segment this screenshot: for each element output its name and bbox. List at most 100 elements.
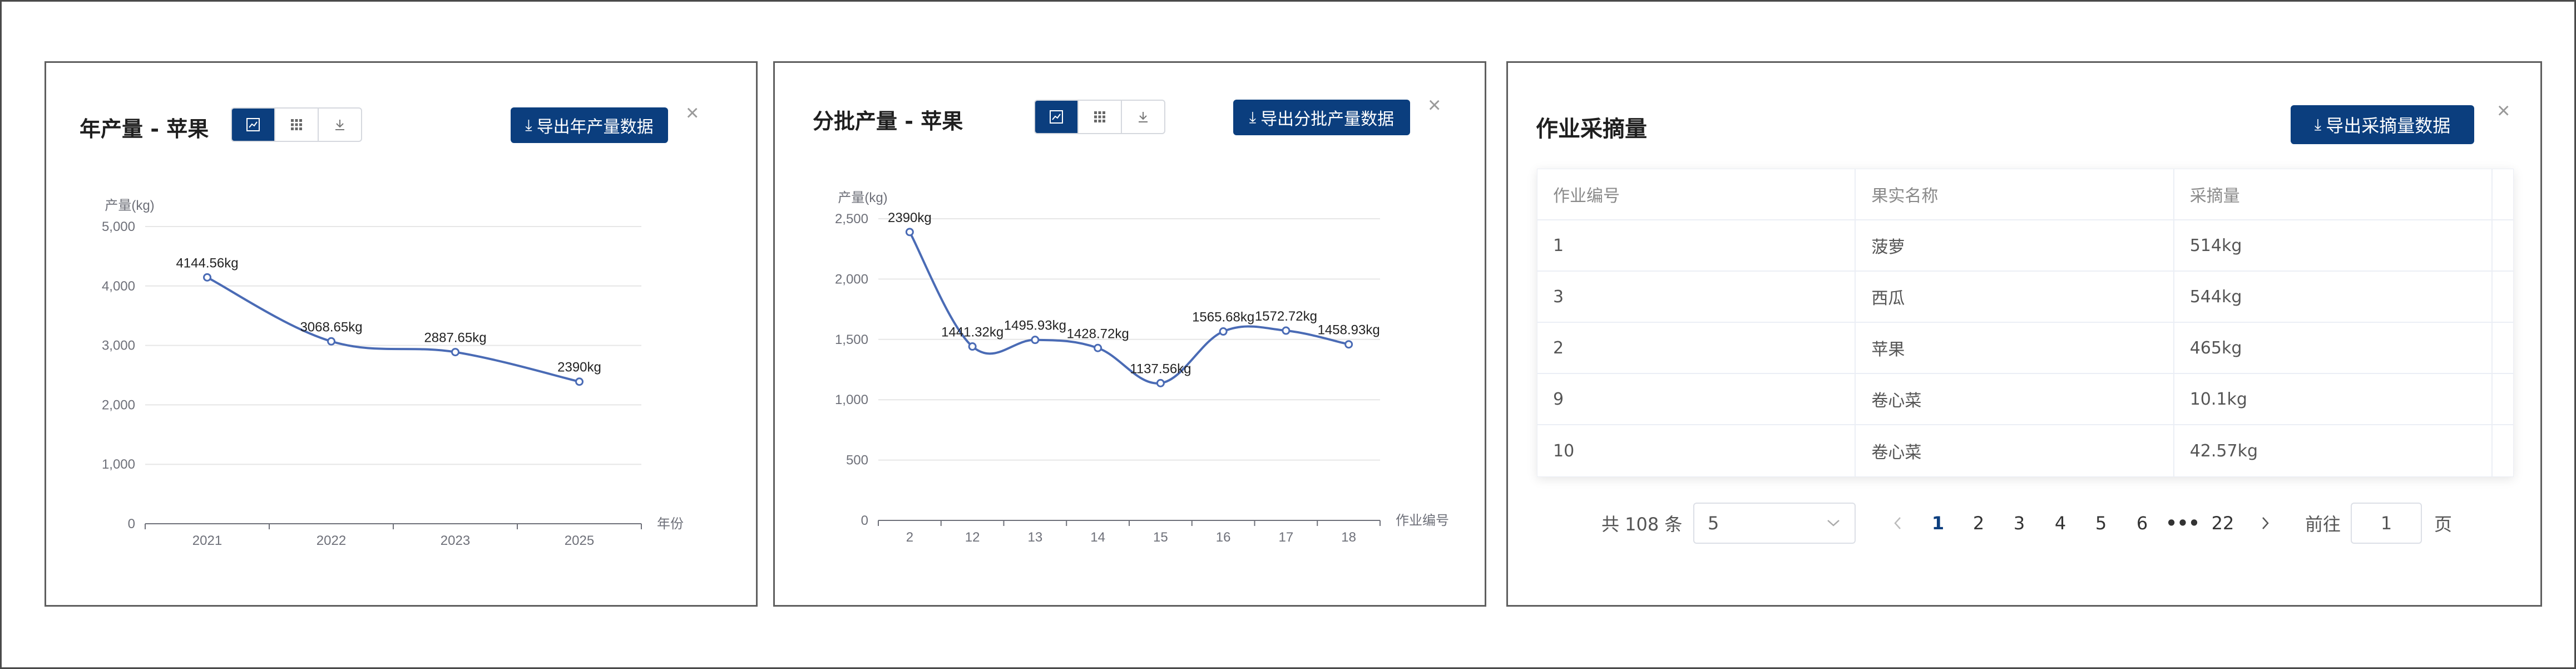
data-point xyxy=(451,348,459,357)
table-row[interactable]: 3 西瓜 544kg xyxy=(1537,272,2513,323)
pagination: 共 108 条 5 1 2 3 4 5 6 ••• 22 前往 1 页 xyxy=(1508,503,2540,547)
data-point xyxy=(327,337,335,346)
x-tick-label: 2022 xyxy=(317,533,346,548)
data-label: 1428.72kg xyxy=(1067,326,1129,341)
page-size-value: 5 xyxy=(1708,513,1719,534)
page-size-select[interactable]: 5 xyxy=(1693,503,1856,544)
table-cell: 3 xyxy=(1537,272,1856,322)
chevron-down-icon xyxy=(1827,520,1840,527)
harvest-panel: 作业采摘量 ⤓ 导出采摘量数据 × 作业编号 果实名称 采摘量 1 菠萝 514k… xyxy=(1506,61,2542,607)
data-label: 4144.56kg xyxy=(176,255,238,270)
y-tick-label: 2,500 xyxy=(835,211,868,227)
export-label: 导出采摘量数据 xyxy=(2326,115,2451,136)
page-button[interactable]: 6 xyxy=(2125,503,2159,544)
page-button[interactable]: 1 xyxy=(1921,503,1955,544)
data-point xyxy=(1094,343,1102,352)
data-point xyxy=(968,342,977,351)
page-button[interactable]: 22 xyxy=(2206,503,2239,544)
table-row[interactable]: 9 卷心菜 10.1kg xyxy=(1537,374,2513,425)
scroll-gutter xyxy=(2493,220,2513,270)
table-cell: 卷心菜 xyxy=(1856,374,2174,424)
table-cell: 42.57kg xyxy=(2174,425,2493,476)
data-point xyxy=(203,273,211,282)
next-page-button[interactable] xyxy=(2248,503,2282,544)
table-cell: 2 xyxy=(1537,323,1856,373)
data-label: 1495.93kg xyxy=(1004,318,1066,333)
export-harvest-button[interactable]: ⤓ 导出采摘量数据 xyxy=(2291,105,2474,144)
data-label: 1137.56kg xyxy=(1130,361,1191,376)
prev-page-button[interactable] xyxy=(1881,503,1915,544)
data-label: 2390kg xyxy=(557,360,601,375)
y-tick-label: 500 xyxy=(846,453,868,468)
table-cell: 菠萝 xyxy=(1856,220,2174,270)
x-tick-label: 12 xyxy=(965,530,980,545)
batch-yield-panel: 分批产量 - 苹果 ⤓ 导出分批产量数据 × 0 500 1,000 1,500 2,00… xyxy=(773,61,1486,607)
y-tick-label: 4,000 xyxy=(102,279,135,294)
data-point xyxy=(1031,336,1040,345)
goto-page-input[interactable]: 1 xyxy=(2351,503,2422,544)
close-icon[interactable]: × xyxy=(2497,100,2510,122)
x-tick-label: 18 xyxy=(1341,530,1356,545)
data-point xyxy=(1219,327,1228,336)
batch-yield-chart: 0 500 1,000 1,500 2,000 2,500 2 12 13 14 15 16 17 18 产… xyxy=(835,190,1449,545)
table-row[interactable]: 10 卷心菜 42.57kg xyxy=(1537,425,2513,476)
page-button[interactable]: 4 xyxy=(2044,503,2077,544)
download-icon: ⤓ xyxy=(2314,115,2322,134)
data-point xyxy=(905,228,914,237)
table-cell: 465kg xyxy=(2174,323,2493,373)
scroll-gutter xyxy=(2493,425,2513,476)
x-tick-label: 16 xyxy=(1216,530,1231,545)
y-tick-label: 1,000 xyxy=(835,392,868,407)
x-axis-label: 年份 xyxy=(657,516,684,532)
y-tick-label: 0 xyxy=(861,513,868,528)
x-tick-label: 13 xyxy=(1028,530,1043,545)
data-point xyxy=(1156,378,1165,387)
data-label: 1458.93kg xyxy=(1318,323,1380,338)
y-axis-label: 产量(kg) xyxy=(838,190,887,205)
more-pages-button[interactable]: ••• xyxy=(2165,503,2199,544)
annual-yield-panel: 年产量 - 苹果 ⤓ 导出年产量数据 × 0 1,000 2,000 3,000 4,00… xyxy=(45,61,758,607)
page-button[interactable]: 3 xyxy=(2003,503,2036,544)
harvest-table: 作业编号 果实名称 采摘量 1 菠萝 514kg 3 西瓜 544kg 2 苹果… xyxy=(1537,169,2514,477)
table-cell: 苹果 xyxy=(1856,323,2174,373)
scroll-gutter xyxy=(2493,374,2513,424)
series-line xyxy=(908,231,1349,385)
x-tick-label: 14 xyxy=(1090,530,1105,545)
table-cell: 1 xyxy=(1537,220,1856,270)
x-tick-label: 17 xyxy=(1279,530,1294,545)
goto-suffix: 页 xyxy=(2434,514,2453,535)
y-tick-label: 2,000 xyxy=(102,397,135,412)
table-row[interactable]: 2 苹果 465kg xyxy=(1537,323,2513,374)
column-header[interactable]: 采摘量 xyxy=(2174,169,2493,219)
data-label: 1441.32kg xyxy=(941,325,1003,340)
total-count: 共 108 条 xyxy=(1601,514,1683,535)
table-cell: 10 xyxy=(1537,425,1856,476)
scroll-gutter xyxy=(2493,169,2513,219)
scroll-gutter xyxy=(2493,323,2513,373)
data-label: 3068.65kg xyxy=(300,319,362,334)
data-label: 1565.68kg xyxy=(1192,310,1254,325)
y-tick-label: 3,000 xyxy=(102,338,135,353)
data-point xyxy=(575,377,584,386)
y-tick-label: 5,000 xyxy=(102,219,135,234)
table-row[interactable]: 1 菠萝 514kg xyxy=(1537,220,2513,272)
x-tick-label: 2 xyxy=(906,530,913,545)
table-cell: 10.1kg xyxy=(2174,374,2493,424)
data-label: 1572.72kg xyxy=(1255,309,1317,324)
annual-yield-chart: 0 1,000 2,000 3,000 4,000 5,000 2021 2022 2023 20… xyxy=(102,198,684,548)
data-label: 2390kg xyxy=(888,210,932,225)
table-cell: 544kg xyxy=(2174,272,2493,322)
y-tick-label: 1,000 xyxy=(102,457,135,472)
x-tick-label: 2021 xyxy=(192,533,222,548)
column-header[interactable]: 作业编号 xyxy=(1537,169,1856,219)
table-header-row: 作业编号 果实名称 采摘量 xyxy=(1537,169,2513,220)
table-cell: 卷心菜 xyxy=(1856,425,2174,476)
page-button[interactable]: 5 xyxy=(2084,503,2118,544)
x-tick-label: 2023 xyxy=(441,533,470,548)
data-label: 2887.65kg xyxy=(424,331,486,346)
page-button[interactable]: 2 xyxy=(1962,503,1995,544)
y-tick-label: 1,500 xyxy=(835,332,868,347)
column-header[interactable]: 果实名称 xyxy=(1856,169,2174,219)
chevron-left-icon xyxy=(1894,517,1901,529)
scroll-gutter xyxy=(2493,272,2513,322)
